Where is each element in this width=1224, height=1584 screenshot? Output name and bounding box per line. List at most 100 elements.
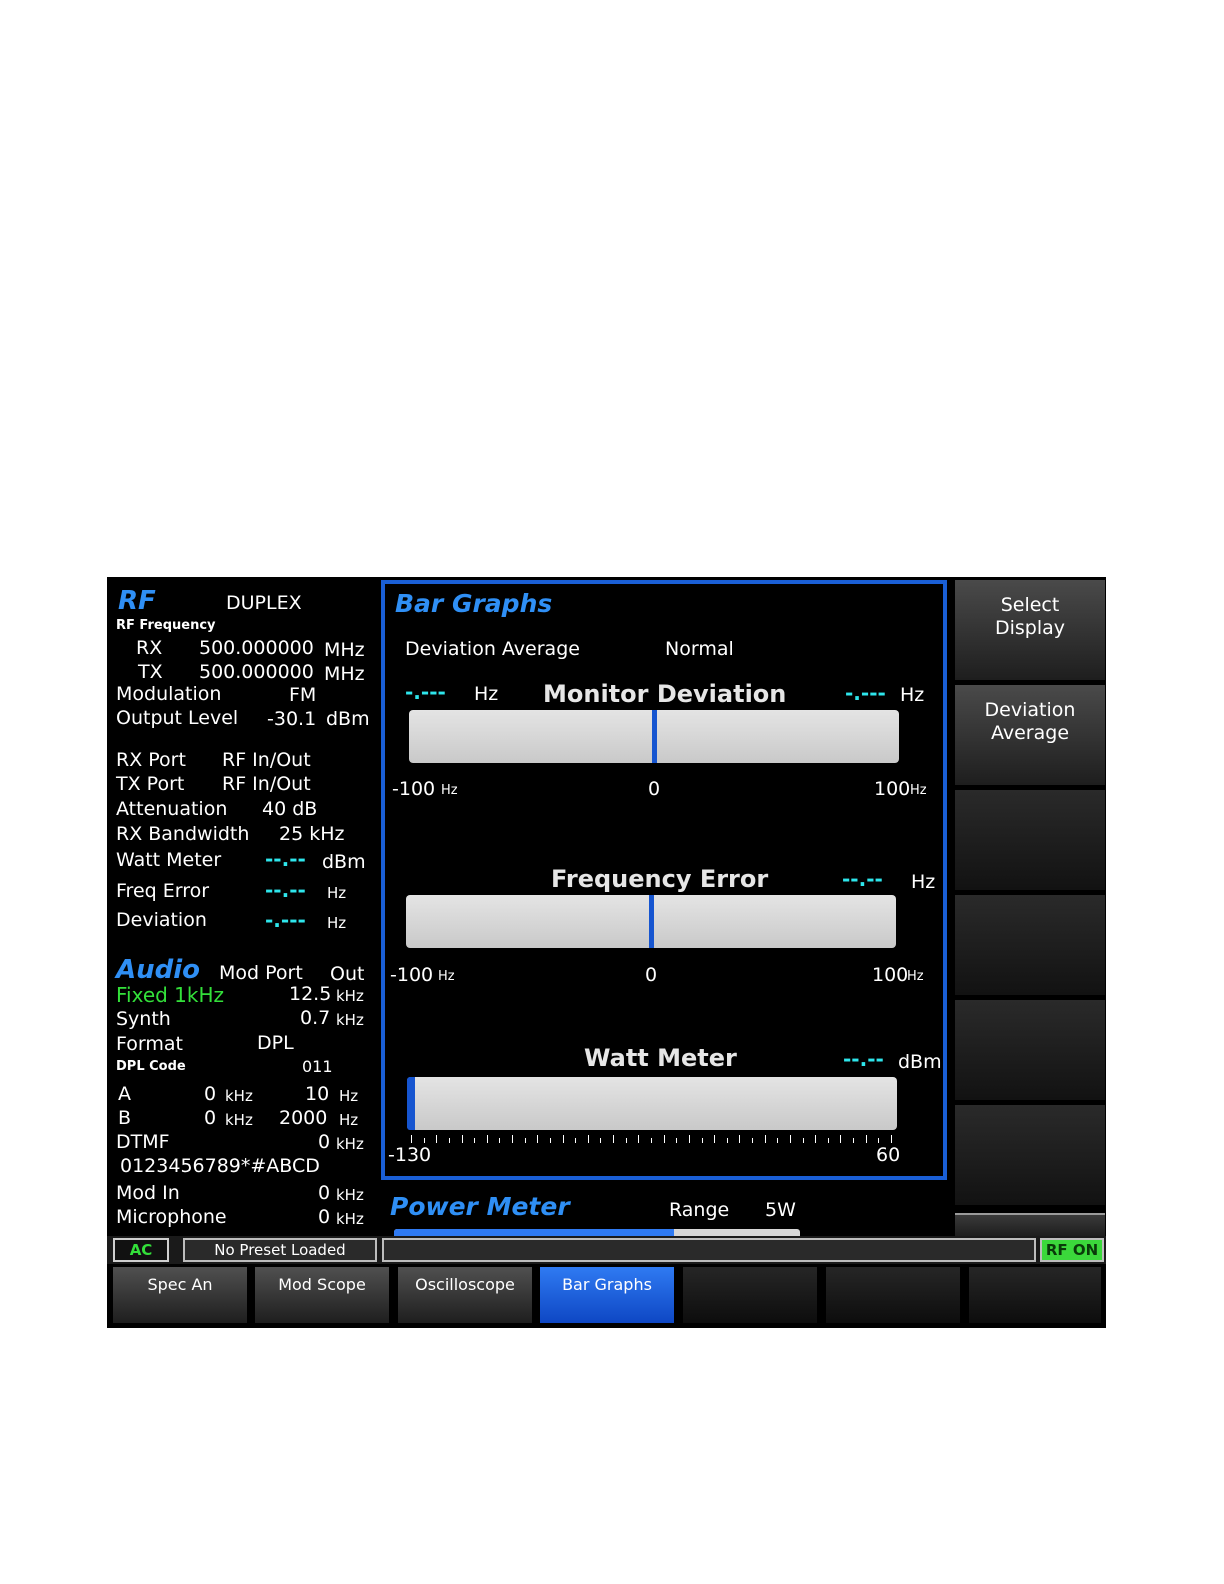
watt-meter-tick bbox=[625, 1138, 627, 1143]
watt-meter-tick bbox=[714, 1135, 716, 1143]
deviation-average-value: Normal bbox=[665, 638, 734, 660]
softkey-6[interactable] bbox=[955, 1105, 1105, 1205]
mod-port-label: Mod Port bbox=[219, 962, 303, 984]
watt-meter-tick bbox=[827, 1138, 829, 1143]
watt-meter-tick bbox=[701, 1138, 703, 1143]
power-meter-title: Power Meter bbox=[390, 1192, 570, 1221]
watt-meter-tick bbox=[587, 1135, 589, 1143]
fixed-1khz-unit: kHz bbox=[336, 987, 364, 1005]
format-label: Format bbox=[116, 1033, 183, 1055]
monitor-deviation-left-unit: Hz bbox=[474, 683, 499, 705]
watt-meter-tick bbox=[537, 1135, 539, 1143]
monitor-deviation-bar bbox=[409, 710, 899, 763]
frequency-error-max-label: 100 bbox=[872, 964, 909, 986]
power-meter-range-value: 5W bbox=[765, 1199, 796, 1221]
attenuation-label: Attenuation bbox=[116, 798, 228, 820]
tab-mod-scope[interactable]: Mod Scope bbox=[255, 1267, 389, 1323]
monitor-deviation-mid-label: 0 bbox=[648, 778, 661, 800]
modulation-label: Modulation bbox=[116, 683, 222, 705]
frequency-error-marker bbox=[648, 895, 654, 948]
monitor-deviation-marker bbox=[651, 710, 657, 763]
microphone-value: 0 bbox=[318, 1206, 331, 1228]
dtmf-value: 0 bbox=[318, 1131, 331, 1153]
dtmf-unit: kHz bbox=[336, 1135, 364, 1153]
tone-a-label: A bbox=[118, 1083, 131, 1105]
tone-b-frequency: 2000 bbox=[279, 1107, 328, 1129]
freq-error-readout: --.-- bbox=[265, 878, 306, 902]
watt-meter-tick bbox=[853, 1138, 855, 1143]
watt-meter-scale bbox=[407, 1135, 897, 1145]
select-display-label-2: Display bbox=[994, 617, 1066, 639]
fixed-1khz-label: Fixed 1kHz bbox=[116, 983, 225, 1007]
watt-meter-bar bbox=[407, 1077, 897, 1130]
mod-in-unit: kHz bbox=[336, 1186, 364, 1204]
watt-meter-min-label: -130 bbox=[388, 1144, 432, 1166]
select-display-softkey[interactable]: Select Display bbox=[955, 580, 1105, 680]
tab-bar-graphs[interactable]: Bar Graphs bbox=[540, 1267, 674, 1323]
ac-indicator: AC bbox=[113, 1238, 169, 1262]
watt-meter-tick bbox=[549, 1138, 551, 1143]
watt-meter-marker bbox=[407, 1077, 415, 1130]
watt-meter-tick bbox=[688, 1135, 690, 1143]
tone-a-frequency: 10 bbox=[305, 1083, 330, 1105]
watt-meter-tick bbox=[613, 1135, 615, 1143]
watt-meter-tick bbox=[461, 1135, 463, 1143]
output-level-unit: dBm bbox=[326, 708, 370, 730]
watt-meter-tick bbox=[486, 1135, 488, 1143]
tab-spec-an[interactable]: Spec An bbox=[113, 1267, 247, 1323]
watt-meter-graph-readout: --.-- bbox=[843, 1047, 884, 1071]
watt-meter-graph-unit: dBm bbox=[898, 1051, 942, 1073]
tone-b-deviation-unit: kHz bbox=[225, 1111, 253, 1129]
softkey-5[interactable] bbox=[955, 1000, 1105, 1100]
modulation-value: FM bbox=[289, 684, 317, 706]
bar-graphs-title: Bar Graphs bbox=[395, 589, 553, 618]
monitor-deviation-title: Monitor Deviation bbox=[543, 680, 787, 708]
message-field bbox=[382, 1238, 1036, 1262]
watt-meter-tick bbox=[423, 1138, 425, 1143]
deviation-average-label-1: Deviation bbox=[984, 699, 1076, 721]
output-level-label: Output Level bbox=[116, 707, 239, 729]
rx-frequency-unit: MHz bbox=[324, 639, 365, 661]
deviation-average-softkey[interactable]: Deviation Average bbox=[955, 685, 1105, 785]
tab-empty-5[interactable] bbox=[683, 1267, 817, 1323]
microphone-unit: kHz bbox=[336, 1210, 364, 1228]
rx-frequency-value: 500.000000 bbox=[199, 637, 314, 659]
watt-meter-tick bbox=[499, 1138, 501, 1143]
tab-empty-6[interactable] bbox=[826, 1267, 960, 1323]
tone-a-deviation-unit: kHz bbox=[225, 1087, 253, 1105]
watt-meter-tick bbox=[878, 1138, 880, 1143]
frequency-error-bar bbox=[406, 895, 896, 948]
tab-oscilloscope[interactable]: Oscilloscope bbox=[398, 1267, 532, 1323]
watt-meter-tick bbox=[752, 1138, 754, 1143]
watt-meter-tick bbox=[600, 1138, 602, 1143]
mod-port-value: Out bbox=[330, 963, 365, 985]
rf-title: RF bbox=[118, 586, 156, 616]
tone-a-deviation: 0 bbox=[204, 1083, 217, 1105]
softkey-3[interactable] bbox=[955, 790, 1105, 890]
watt-meter-tick bbox=[676, 1138, 678, 1143]
watt-meter-tick bbox=[562, 1135, 564, 1143]
watt-meter-tick bbox=[651, 1138, 652, 1143]
rx-port-value: RF In/Out bbox=[222, 749, 311, 771]
watt-meter-max-label: 60 bbox=[876, 1144, 901, 1166]
tone-b-label: B bbox=[118, 1107, 132, 1129]
tx-port-value: RF In/Out bbox=[222, 773, 311, 795]
tab-empty-7[interactable] bbox=[969, 1267, 1101, 1323]
frequency-error-min-label: -100 bbox=[390, 964, 434, 986]
audio-title: Audio bbox=[116, 955, 201, 985]
watt-meter-title: Watt Meter bbox=[584, 1044, 737, 1072]
monitor-deviation-max-label: 100 bbox=[874, 778, 911, 800]
dtmf-label: DTMF bbox=[116, 1131, 170, 1153]
deviation-label: Deviation bbox=[116, 909, 207, 931]
rx-bandwidth-value: 25 kHz bbox=[279, 823, 345, 845]
deviation-average-label-2: Average bbox=[990, 722, 1070, 744]
frequency-error-min-unit: Hz bbox=[438, 969, 455, 984]
power-meter-range-label: Range bbox=[669, 1199, 730, 1221]
frequency-error-max-unit: Hz bbox=[907, 969, 924, 984]
deviation-average-label: Deviation Average bbox=[405, 638, 580, 660]
microphone-label: Microphone bbox=[116, 1206, 227, 1228]
watt-meter-tick bbox=[865, 1135, 867, 1143]
tx-label: TX bbox=[138, 661, 163, 683]
softkey-4[interactable] bbox=[955, 895, 1105, 995]
monitor-deviation-right-unit: Hz bbox=[900, 684, 925, 706]
